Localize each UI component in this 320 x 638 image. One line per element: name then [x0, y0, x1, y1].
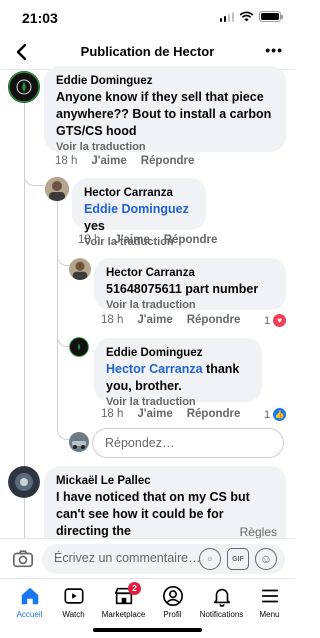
comment-input[interactable]: Écrivez un commentaire… ☺ GIF ☺	[42, 544, 285, 574]
see-translation-link[interactable]: Voir la traduction	[56, 140, 274, 155]
wifi-icon	[239, 11, 254, 22]
notification-badge: 2	[128, 582, 141, 595]
comment-actions: 18 h J'aime Répondre	[101, 408, 240, 420]
comment-author[interactable]: Hector Carranza	[84, 186, 194, 201]
my-avatar	[69, 432, 89, 452]
comment-actions: 18 h J'aime Répondre	[55, 155, 194, 167]
status-icons	[219, 11, 283, 22]
thread-line	[57, 244, 69, 266]
status-time: 21:03	[22, 10, 58, 26]
comment-bubble: Hector Carranza 51648075611 part number …	[94, 258, 286, 313]
comment-placeholder: Écrivez un commentaire…	[54, 551, 201, 565]
post-header: Publication de Hector •••	[0, 34, 295, 70]
comment-time: 18 h	[101, 314, 124, 326]
reaction-count[interactable]: 1 ♥	[264, 314, 287, 327]
home-indicator	[93, 628, 202, 632]
menu-icon	[261, 589, 278, 603]
comment-composer: Écrivez un commentaire… ☺ GIF ☺	[0, 538, 295, 578]
comment-time: 18 h	[55, 155, 78, 167]
profile-icon	[162, 586, 183, 606]
mention-link[interactable]: Hector Carranza	[106, 362, 203, 376]
avatar-photo	[69, 432, 89, 452]
avatar-photo	[45, 177, 69, 201]
battery-icon	[259, 11, 283, 22]
comment-text: 51648075611 part number	[106, 282, 259, 296]
watch-icon	[63, 588, 84, 604]
comment-author[interactable]: Hector Carranza	[106, 266, 274, 281]
comment-actions: 18 h J'aime Répondre	[101, 314, 240, 326]
like-reaction-icon: 👍	[273, 408, 287, 421]
comment-text: Anyone know if they sell that piece anyw…	[56, 90, 272, 138]
like-button[interactable]: J'aime	[114, 234, 149, 246]
reply-button[interactable]: Répondre	[164, 234, 218, 246]
status-bar: 21:03	[0, 0, 295, 34]
rules-link[interactable]: Règles	[240, 525, 277, 539]
comment-author[interactable]: Mickaël Le Pallec	[56, 474, 274, 489]
logo-icon	[8, 71, 40, 103]
reply-input[interactable]: Répondez…	[92, 428, 284, 458]
bell-icon	[213, 588, 230, 607]
reply-button[interactable]: Répondre	[141, 155, 195, 167]
avatar[interactable]	[8, 71, 40, 103]
avatar-photo	[8, 466, 40, 498]
comment-bubble: Hector Carranza Eddie Dominguez yes Voir…	[72, 178, 206, 248]
reply-button[interactable]: Répondre	[187, 314, 241, 326]
signal-icon	[219, 11, 234, 22]
comment-bubble: Eddie Dominguez Hector Carranza thank yo…	[94, 338, 262, 408]
reply-button[interactable]: Répondre	[187, 408, 241, 420]
reaction-count[interactable]: 1 👍	[264, 408, 287, 421]
comment-text: Hector Carranza thank you, brother.	[106, 362, 240, 393]
comment-actions: 18 h J'aime Répondre	[78, 234, 217, 246]
bottom-tab-bar: Accueil Watch 2 Marketplace Profil Notif…	[0, 578, 295, 638]
thread-line	[57, 325, 69, 347]
mention-link[interactable]: Eddie Dominguez	[84, 202, 189, 216]
more-options-icon[interactable]: •••	[265, 42, 283, 58]
camera-icon[interactable]	[12, 548, 34, 570]
comment-text: Eddie Dominguez yes	[84, 202, 189, 233]
avatar-sticker-icon[interactable]: ☺	[199, 548, 221, 570]
gif-icon[interactable]: GIF	[227, 548, 249, 570]
comment-author[interactable]: Eddie Dominguez	[56, 74, 274, 89]
avatar[interactable]	[45, 177, 69, 201]
comment-author[interactable]: Eddie Dominguez	[106, 346, 250, 361]
comment-time: 18 h	[78, 234, 101, 246]
like-button[interactable]: J'aime	[137, 408, 172, 420]
avatar[interactable]	[69, 258, 91, 280]
like-button[interactable]: J'aime	[91, 155, 126, 167]
avatar[interactable]	[8, 466, 40, 498]
comment-time: 18 h	[101, 408, 124, 420]
tab-menu[interactable]: Menu	[240, 585, 299, 619]
like-button[interactable]: J'aime	[137, 314, 172, 326]
home-icon	[21, 587, 38, 605]
logo-icon	[69, 337, 89, 357]
comment-bubble: Eddie Dominguez Anyone know if they sell…	[44, 66, 286, 155]
emoji-icon[interactable]: ☺	[255, 548, 277, 570]
love-reaction-icon: ♥	[273, 314, 287, 327]
thread-line	[24, 170, 44, 186]
page-title: Publication de Hector	[80, 44, 215, 59]
avatar[interactable]	[69, 337, 89, 357]
thread-line	[57, 200, 58, 430]
avatar-photo	[69, 258, 91, 280]
see-translation-link[interactable]: Voir la traduction	[106, 298, 274, 313]
thread-line	[57, 420, 69, 440]
